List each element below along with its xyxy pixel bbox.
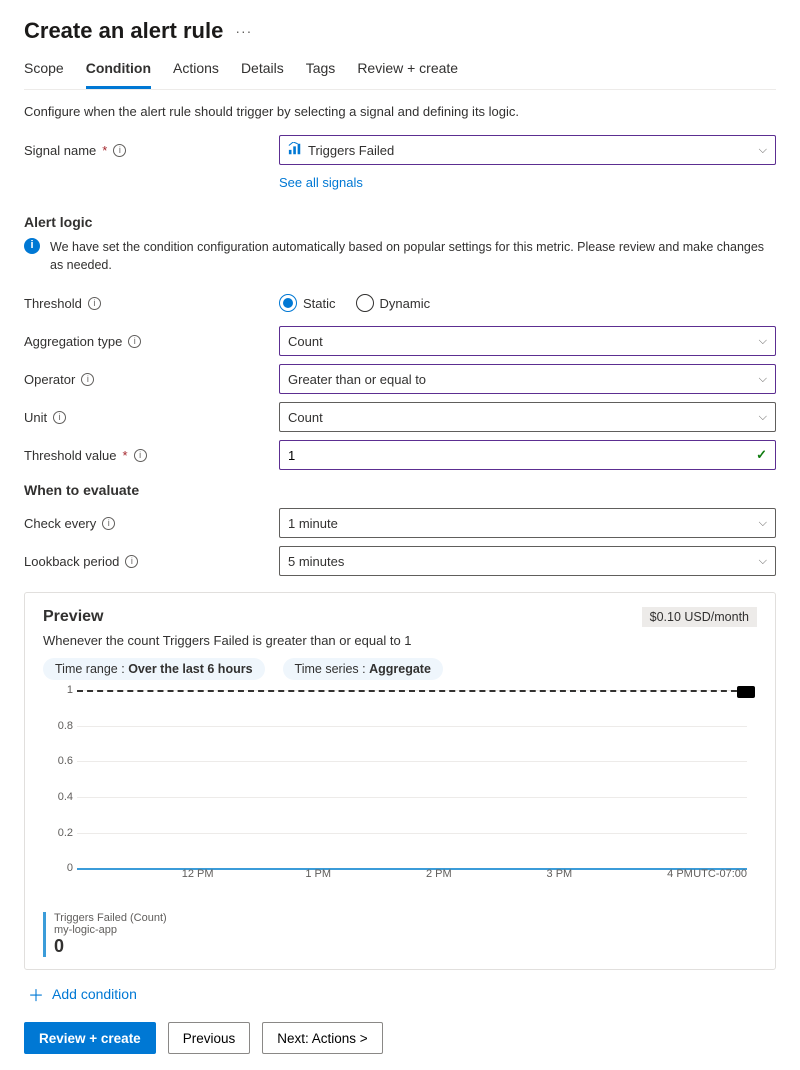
time-range-value: Over the last 6 hours: [128, 662, 252, 676]
time-series-value: Aggregate: [369, 662, 431, 676]
more-icon[interactable]: ···: [235, 23, 252, 39]
info-icon[interactable]: i: [81, 373, 94, 386]
price-badge: $0.10 USD/month: [642, 607, 757, 627]
info-icon: i: [24, 238, 40, 254]
tab-review-create[interactable]: Review + create: [357, 52, 458, 89]
legend-title: Triggers Failed (Count): [54, 912, 167, 924]
operator-value: Greater than or equal to: [288, 372, 426, 387]
info-icon[interactable]: i: [88, 297, 101, 310]
chart-ytick: 0.4: [51, 791, 73, 803]
threshold-value-input[interactable]: [288, 448, 756, 463]
chart-xtick: 2 PM: [426, 868, 452, 880]
time-range-pill[interactable]: Time range : Over the last 6 hours: [43, 658, 265, 680]
metric-icon: [288, 142, 302, 159]
time-range-label: Time range :: [55, 662, 128, 676]
chart-ytick: 0.8: [51, 720, 73, 732]
next-button[interactable]: Next: Actions >: [262, 1022, 382, 1054]
plus-icon: ＋: [28, 982, 44, 1006]
threshold-dynamic-label: Dynamic: [380, 296, 431, 311]
aggregation-type-label: Aggregation type: [24, 334, 122, 349]
chart-ytick: 0.6: [51, 755, 73, 767]
tab-scope[interactable]: Scope: [24, 52, 64, 89]
chart-gridline: [77, 833, 747, 834]
add-condition-button[interactable]: ＋ Add condition: [24, 982, 776, 1006]
required-asterisk: *: [123, 448, 128, 463]
threshold-dynamic-radio[interactable]: Dynamic: [356, 294, 431, 312]
check-every-label: Check every: [24, 516, 96, 531]
chevron-down-icon: ⌵: [759, 411, 767, 424]
chart-xtick: 1 PM: [305, 868, 331, 880]
lookback-value: 5 minutes: [288, 554, 344, 569]
unit-label: Unit: [24, 410, 47, 425]
signal-name-select[interactable]: Triggers Failed ⌵: [279, 135, 776, 165]
check-icon: ✓: [756, 447, 767, 463]
chevron-down-icon: ⌵: [759, 335, 767, 348]
tabs: Scope Condition Actions Details Tags Rev…: [24, 52, 776, 90]
time-series-pill[interactable]: Time series : Aggregate: [283, 658, 443, 680]
preview-card: Preview $0.10 USD/month Whenever the cou…: [24, 592, 776, 970]
signal-name-value: Triggers Failed: [308, 143, 759, 158]
preview-summary: Whenever the count Triggers Failed is gr…: [43, 633, 757, 648]
threshold-marker: [737, 686, 755, 698]
operator-select[interactable]: Greater than or equal to ⌵: [279, 364, 776, 394]
tab-actions[interactable]: Actions: [173, 52, 219, 89]
page-title: Create an alert rule: [24, 18, 223, 44]
chart-gridline: [77, 726, 747, 727]
info-icon[interactable]: i: [113, 144, 126, 157]
chart-xtick: 12 PM: [182, 868, 214, 880]
lookback-select[interactable]: 5 minutes ⌵: [279, 546, 776, 576]
info-icon[interactable]: i: [102, 517, 115, 530]
check-every-value: 1 minute: [288, 516, 338, 531]
info-banner-text: We have set the condition configuration …: [50, 238, 776, 274]
info-icon[interactable]: i: [53, 411, 66, 424]
info-icon[interactable]: i: [125, 555, 138, 568]
chevron-down-icon: ⌵: [759, 373, 767, 386]
chart-gridline: [77, 797, 747, 798]
aggregation-type-select[interactable]: Count ⌵: [279, 326, 776, 356]
tab-details[interactable]: Details: [241, 52, 284, 89]
threshold-static-radio[interactable]: Static: [279, 294, 336, 312]
chart-ytick: 0: [51, 862, 73, 874]
chevron-down-icon: ⌵: [759, 517, 767, 530]
legend-subtitle: my-logic-app: [54, 924, 167, 936]
lookback-label: Lookback period: [24, 554, 119, 569]
tab-tags[interactable]: Tags: [306, 52, 336, 89]
see-all-signals-link[interactable]: See all signals: [279, 175, 363, 190]
chart-xtick: 4 PM: [667, 868, 693, 880]
threshold-label: Threshold: [24, 296, 82, 311]
signal-name-label: Signal name: [24, 143, 96, 158]
alert-logic-heading: Alert logic: [24, 214, 776, 230]
tab-condition[interactable]: Condition: [86, 52, 151, 89]
threshold-line: [77, 690, 747, 692]
threshold-static-label: Static: [303, 296, 336, 311]
when-evaluate-heading: When to evaluate: [24, 482, 776, 498]
chart-gridline: [77, 761, 747, 762]
info-icon[interactable]: i: [128, 335, 141, 348]
chevron-down-icon: ⌵: [759, 555, 767, 568]
check-every-select[interactable]: 1 minute ⌵: [279, 508, 776, 538]
chart-ytick: 0.2: [51, 827, 73, 839]
page-description: Configure when the alert rule should tri…: [24, 104, 776, 119]
chevron-down-icon: ⌵: [759, 144, 767, 157]
time-series-label: Time series :: [295, 662, 370, 676]
legend-value: 0: [54, 936, 167, 957]
operator-label: Operator: [24, 372, 75, 387]
aggregation-type-value: Count: [288, 334, 323, 349]
chart-ytick: 1: [51, 684, 73, 696]
preview-title: Preview: [43, 608, 103, 626]
unit-select[interactable]: Count ⌵: [279, 402, 776, 432]
required-asterisk: *: [102, 143, 107, 158]
unit-value: Count: [288, 410, 323, 425]
threshold-value-label: Threshold value: [24, 448, 117, 463]
chart-legend: Triggers Failed (Count) my-logic-app 0: [43, 912, 757, 957]
chart-xtick: 3 PM: [547, 868, 573, 880]
info-icon[interactable]: i: [134, 449, 147, 462]
preview-chart: 00.20.40.60.81 UTC-07:00 12 PM1 PM2 PM3 …: [43, 690, 757, 910]
previous-button[interactable]: Previous: [168, 1022, 251, 1054]
review-create-button[interactable]: Review + create: [24, 1022, 156, 1054]
timezone-label: UTC-07:00: [693, 868, 747, 880]
